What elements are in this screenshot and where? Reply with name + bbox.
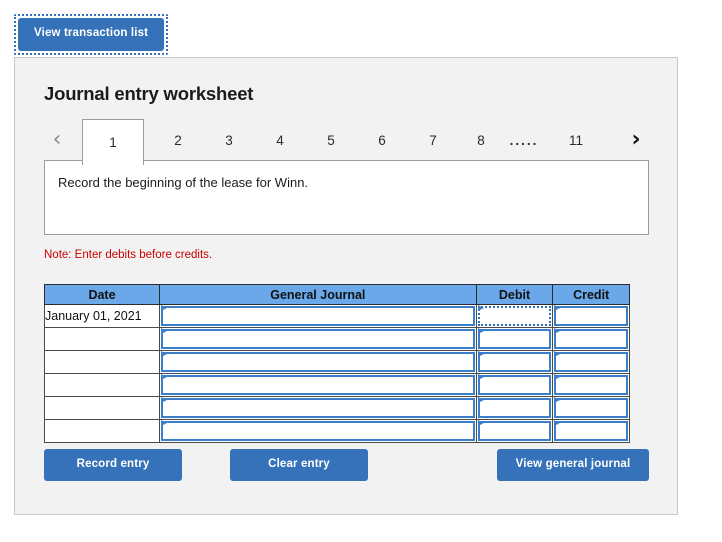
cell-journal[interactable] <box>158 373 477 397</box>
journal-entry-table: Date General Journal Debit Credit Januar… <box>44 284 630 443</box>
cell-date[interactable]: January 01, 2021 <box>44 304 160 328</box>
journal-table-body: January 01, 2021 <box>44 304 630 443</box>
worksheet-tab-strip: ‹ 1 2 3 4 5 6 7 8..... 11 › <box>44 119 649 165</box>
table-row <box>44 396 630 420</box>
dropdown-triangle-icon[interactable] <box>554 328 561 334</box>
cell-input-journal[interactable] <box>160 329 475 349</box>
cell-input-credit[interactable] <box>554 398 628 418</box>
table-row <box>44 350 630 374</box>
table-header-row: Date General Journal Debit Credit <box>44 284 630 305</box>
cell-input-journal[interactable] <box>160 421 475 441</box>
debits-before-credits-note: Note: Enter debits before credits. <box>44 249 213 261</box>
cell-credit[interactable] <box>552 373 630 397</box>
cell-debit[interactable] <box>475 396 554 420</box>
cell-debit[interactable] <box>475 419 554 443</box>
dropdown-triangle-icon[interactable] <box>160 328 167 334</box>
journal-entry-worksheet-panel: Journal entry worksheet ‹ 1 2 3 4 5 6 7 8..... 1… <box>14 57 678 515</box>
cell-credit[interactable] <box>552 350 630 374</box>
tab-6[interactable]: 6 <box>362 119 402 161</box>
cell-input-journal[interactable] <box>160 306 475 326</box>
dropdown-triangle-icon[interactable] <box>554 397 561 403</box>
column-header-debit: Debit <box>475 284 554 305</box>
transaction-description-box: Record the beginning of the lease for Wi… <box>44 160 649 235</box>
record-entry-button[interactable]: Record entry <box>44 449 182 481</box>
chevron-left-icon[interactable]: ‹ <box>44 119 70 161</box>
table-row <box>44 373 630 397</box>
cell-journal[interactable] <box>158 327 477 351</box>
dropdown-triangle-icon[interactable] <box>554 305 561 311</box>
view-general-journal-button[interactable]: View general journal <box>497 449 649 481</box>
cell-input-debit[interactable] <box>477 375 552 395</box>
cell-date[interactable] <box>44 373 160 397</box>
transaction-description-text: Record the beginning of the lease for Wi… <box>58 175 309 190</box>
cell-input-credit[interactable] <box>554 421 628 441</box>
view-transaction-list-container: View transaction list <box>14 14 169 55</box>
cell-debit[interactable] <box>475 327 554 351</box>
dropdown-triangle-icon[interactable] <box>160 305 167 311</box>
cell-credit[interactable] <box>552 396 630 420</box>
dropdown-triangle-icon[interactable] <box>477 374 484 380</box>
dropdown-triangle-icon[interactable] <box>477 305 484 311</box>
cell-date[interactable] <box>44 396 160 420</box>
cell-date[interactable] <box>44 327 160 351</box>
dropdown-triangle-icon[interactable] <box>477 351 484 357</box>
tab-2[interactable]: 2 <box>158 119 198 161</box>
cell-input-credit[interactable] <box>554 375 628 395</box>
dropdown-triangle-icon[interactable] <box>554 351 561 357</box>
column-header-credit: Credit <box>552 284 630 305</box>
view-transaction-list-button[interactable]: View transaction list <box>18 18 165 51</box>
tab-ellipsis: ..... <box>509 132 539 148</box>
dropdown-triangle-icon[interactable] <box>554 420 561 426</box>
column-header-date: Date <box>44 284 160 305</box>
cell-credit[interactable] <box>552 304 630 328</box>
table-row <box>44 327 630 351</box>
cell-input-debit[interactable] <box>477 398 552 418</box>
page-title: Journal entry worksheet <box>44 83 254 104</box>
cell-debit[interactable] <box>475 373 554 397</box>
dropdown-triangle-icon[interactable] <box>160 420 167 426</box>
dropdown-triangle-icon[interactable] <box>160 397 167 403</box>
dropdown-triangle-icon[interactable] <box>477 420 484 426</box>
dropdown-triangle-icon[interactable] <box>477 328 484 334</box>
tab-3[interactable]: 3 <box>209 119 249 161</box>
cell-credit[interactable] <box>552 419 630 443</box>
chevron-right-icon[interactable]: › <box>623 119 649 161</box>
cell-input-debit[interactable] <box>477 306 552 326</box>
clear-entry-button[interactable]: Clear entry <box>230 449 368 481</box>
cell-input-debit[interactable] <box>477 329 552 349</box>
cell-input-journal[interactable] <box>160 375 475 395</box>
focus-outline: View transaction list <box>14 14 169 55</box>
tab-5[interactable]: 5 <box>311 119 351 161</box>
tab-4[interactable]: 4 <box>260 119 300 161</box>
cell-journal[interactable] <box>158 419 477 443</box>
cell-input-debit[interactable] <box>477 421 552 441</box>
tab-list: 1 2 3 4 5 6 7 8..... 11 <box>74 119 619 165</box>
tab-11[interactable]: 11 <box>554 119 598 161</box>
dropdown-triangle-icon[interactable] <box>554 374 561 380</box>
table-row <box>44 419 630 443</box>
cell-credit[interactable] <box>552 327 630 351</box>
action-button-bar: Record entry Clear entry View general jo… <box>44 449 649 481</box>
cell-debit[interactable] <box>475 350 554 374</box>
cell-journal[interactable] <box>158 350 477 374</box>
dropdown-triangle-icon[interactable] <box>160 374 167 380</box>
cell-date[interactable] <box>44 350 160 374</box>
tab-7[interactable]: 7 <box>413 119 453 161</box>
dropdown-triangle-icon[interactable] <box>477 397 484 403</box>
cell-journal[interactable] <box>158 396 477 420</box>
cell-input-journal[interactable] <box>160 398 475 418</box>
cell-date[interactable] <box>44 419 160 443</box>
table-row: January 01, 2021 <box>44 304 630 328</box>
dropdown-triangle-icon[interactable] <box>160 351 167 357</box>
column-header-general-journal: General Journal <box>158 284 477 305</box>
tab-8[interactable]: 8 <box>464 119 498 161</box>
cell-input-credit[interactable] <box>554 329 628 349</box>
cell-input-journal[interactable] <box>160 352 475 372</box>
cell-input-credit[interactable] <box>554 352 628 372</box>
cell-journal[interactable] <box>158 304 477 328</box>
cell-input-debit[interactable] <box>477 352 552 372</box>
tab-1[interactable]: 1 <box>82 119 144 165</box>
cell-debit[interactable] <box>475 304 554 328</box>
cell-input-credit[interactable] <box>554 306 628 326</box>
